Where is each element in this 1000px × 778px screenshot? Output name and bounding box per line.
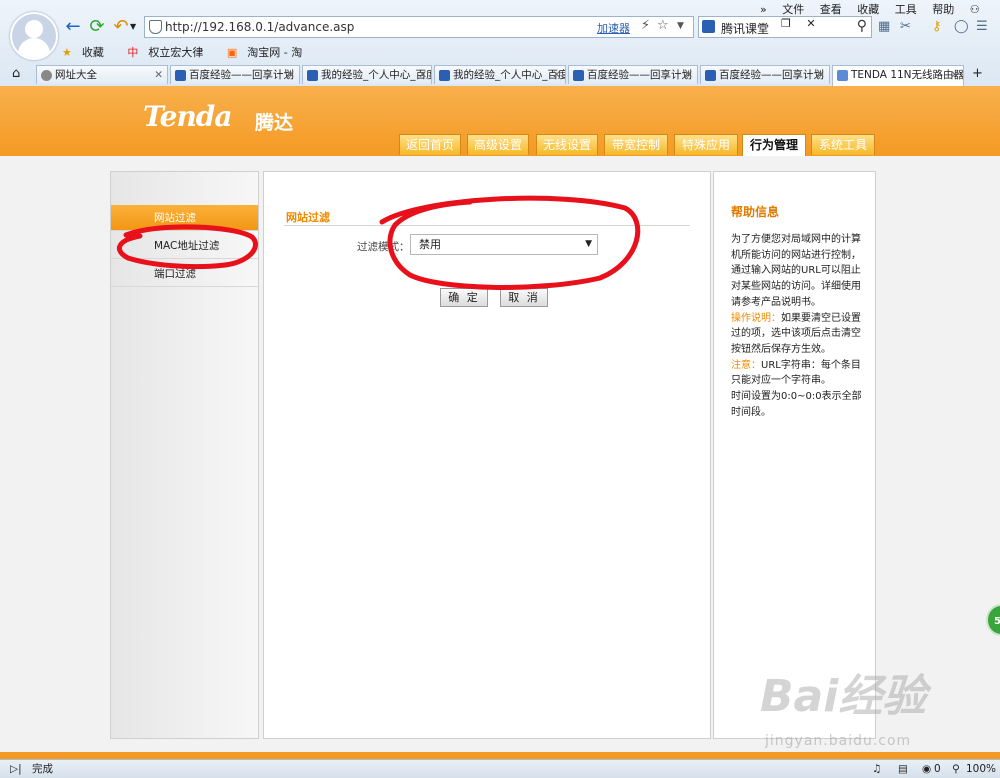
nav-advanced[interactable]: 高级设置 [467,134,529,155]
refresh-icon[interactable]: ⟳ [86,16,108,38]
help-title: 帮助信息 [731,205,780,219]
section-title: 网站过滤 [286,211,330,224]
user-avatar[interactable] [10,12,58,60]
paw-icon [307,70,318,81]
help-op-label: 操作说明： [731,312,781,324]
sidebar-item-website-filter[interactable]: 网站过滤 [111,205,258,231]
sidebar-toggle-icon[interactable]: ▷| [10,760,22,778]
watermark-url: jingyan.baidu.com [765,733,912,749]
close-icon[interactable]: ✕ [154,66,163,84]
bookmark-2[interactable]: ▣ 淘宝网 - 淘 [227,46,312,59]
tab-4[interactable]: 百度经验——回享计划 ✕ [568,65,698,84]
confirm-button[interactable]: 确 定 [440,288,488,307]
footer-bar [0,752,1000,759]
paw-icon [702,20,715,33]
brand-logo: Tenda [143,100,233,133]
menu-file[interactable]: 文件 [782,3,804,16]
zoom-icon[interactable]: ⚲ [952,760,960,778]
paw-icon [439,70,450,81]
tab-0[interactable]: 网址大全 ✕ [36,65,168,84]
chevron-down-icon: ▼ [585,239,592,249]
close-icon[interactable]: ✕ [806,17,815,30]
nav-special[interactable]: 特殊应用 [674,134,738,155]
menu-more[interactable]: » [760,3,767,16]
chevron-down-icon[interactable]: ▼ [677,21,684,31]
menu-favorites[interactable]: 收藏 [857,3,879,16]
nav-system[interactable]: 系统工具 [811,134,875,155]
brand-logo-cn: 腾达 [255,112,294,134]
help-time-text: 时间设置为0:0~0:0表示全部时间段。 [731,391,862,418]
shield-icon[interactable]: ◉ [922,760,931,778]
nav-behavior[interactable]: 行为管理 [742,134,806,156]
skin-icon[interactable]: ⚇ [970,3,980,16]
menu-help[interactable]: 帮助 [932,3,954,16]
sidebar-item-mac-filter[interactable]: MAC地址过滤 [111,233,258,259]
menu-tools[interactable]: 工具 [895,3,917,16]
tab-3[interactable]: 我的经验_个人中心_百度 ✕ [434,65,566,84]
menu-bar: » 文件 查看 收藏 工具 帮助 ⚇ – ❐ ✕ [748,1,1000,30]
status-bar: ▷| 完成 ♫ ▤ ◉ 0 ⚲ 100% [0,759,1000,778]
close-icon[interactable]: ✕ [552,66,561,84]
bookmark-1[interactable]: 中权立宏大律 [127,46,213,59]
tab-5[interactable]: 百度经验——回享计划 ✕ [700,65,830,84]
speaker-icon[interactable]: ♫ [872,760,881,778]
paw-icon [705,70,716,81]
filter-mode-value: 禁用 [419,238,441,251]
lightning-icon[interactable]: ⚡ [641,18,650,33]
status-count: 0 [934,763,941,775]
address-bar[interactable]: http://192.168.0.1/advance.asp 加速器 ⚡ ☆ ▼ [144,16,694,38]
sidebar-item-port-filter[interactable]: 端口过滤 [111,261,258,287]
minimize-icon[interactable]: – [760,17,766,30]
tab-6[interactable]: TENDA 11N无线路由器 ✕ [832,65,964,86]
close-icon[interactable]: ✕ [418,66,427,84]
close-icon[interactable]: ✕ [684,66,693,84]
download-icon[interactable]: ▤ [898,760,908,778]
shield-icon [149,20,162,34]
main-panel [263,171,711,739]
section-divider [284,225,690,226]
star-icon[interactable]: ☆ [657,18,669,33]
home-icon[interactable]: ⌂ [12,66,20,81]
watermark: Bai经验 [760,671,927,722]
undo-icon[interactable]: ↶ [110,16,132,38]
nav-home[interactable]: 返回首页 [399,134,461,155]
address-url: http://192.168.0.1/advance.asp [165,20,355,34]
close-icon[interactable]: ✕ [816,66,825,84]
page-icon [837,70,848,81]
nav-bandwidth[interactable]: 带宽控制 [604,134,668,155]
bookmark-favorites[interactable]: ★ 收藏 [62,46,114,59]
status-text: 完成 [32,763,53,775]
paw-icon [175,70,186,81]
tab-1[interactable]: 百度经验——回享计划 ✕ [170,65,300,84]
star-icon: ★ [62,46,72,59]
zoom-level[interactable]: 100% [966,760,996,778]
new-tab-button[interactable]: + [972,66,983,81]
tab-2[interactable]: 我的经验_个人中心_百度 ✕ [302,65,432,84]
help-paragraph: 为了方便您对局域网中的计算机所能访问的网站进行控制，通过输入网站的URL可以阻止… [731,234,861,308]
filter-mode-select[interactable]: 禁用 ▼ [410,234,598,255]
nav-wireless[interactable]: 无线设置 [536,134,598,155]
filter-mode-label: 过滤模式： [357,241,410,253]
brand-icon: 中 [127,46,139,59]
globe-icon [41,70,52,81]
taobao-icon: ▣ [226,46,238,59]
menu-view[interactable]: 查看 [820,3,842,16]
bookmarks-bar: ★ 收藏 中权立宏大律 ▣ 淘宝网 - 淘 [62,44,322,60]
close-icon[interactable]: ✕ [950,66,959,85]
help-text: 为了方便您对局域网中的计算机所能访问的网站进行控制，通过输入网站的URL可以阻止… [731,232,863,420]
accelerator-link[interactable]: 加速器 [597,20,630,36]
cancel-button[interactable]: 取 消 [500,288,548,307]
back-arrow-icon[interactable]: ← [62,16,84,38]
help-note-label: 注意： [731,359,761,371]
paw-icon [573,70,584,81]
restore-icon[interactable]: ❐ [781,17,791,30]
chevron-down-icon[interactable]: ▼ [130,22,136,31]
close-icon[interactable]: ✕ [286,66,295,84]
